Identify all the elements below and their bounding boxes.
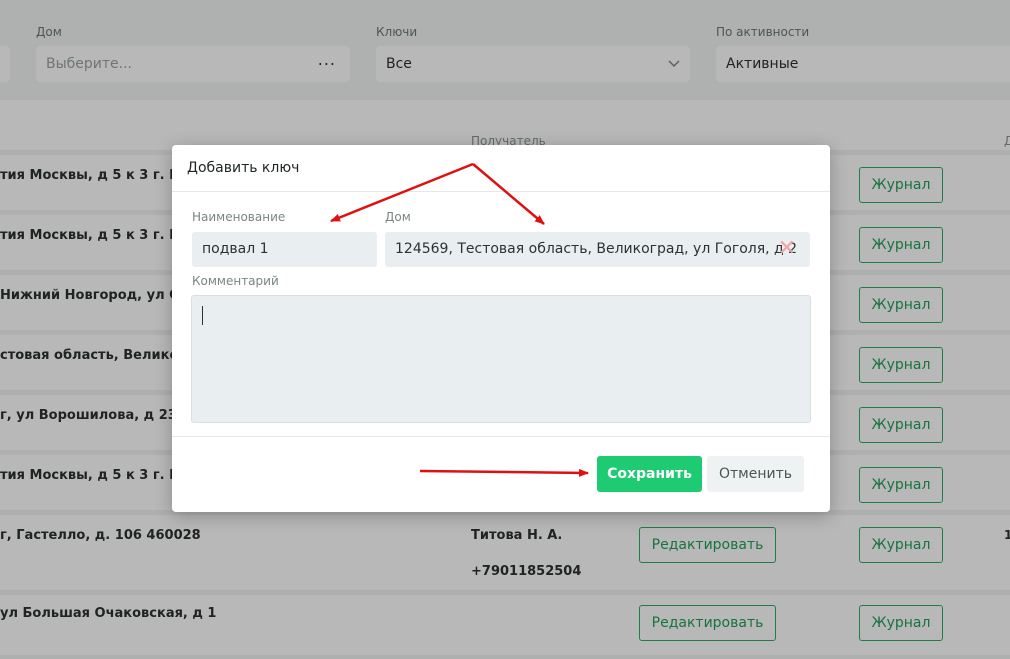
clear-icon[interactable]: ✕: [778, 232, 796, 265]
save-button[interactable]: Сохранить: [597, 456, 702, 492]
house-select[interactable]: 124569, Тестовая область, Великоград, ул…: [385, 232, 810, 267]
name-label: Наименование: [192, 210, 286, 224]
dialog-divider: [172, 436, 830, 437]
dialog-title: Добавить ключ: [187, 160, 300, 176]
house-select-value: 124569, Тестовая область, Великоград, ул…: [395, 241, 798, 257]
dialog-divider: [172, 191, 830, 192]
house-label: Дом: [385, 210, 411, 224]
cancel-button[interactable]: Отменить: [707, 456, 804, 492]
name-input[interactable]: подвал 1: [192, 232, 377, 267]
comment-label: Комментарий: [192, 274, 279, 288]
add-key-dialog: Добавить ключ Наименование подвал 1 Дом …: [172, 145, 830, 512]
comment-textarea[interactable]: [191, 295, 811, 423]
text-caret: [202, 306, 203, 325]
